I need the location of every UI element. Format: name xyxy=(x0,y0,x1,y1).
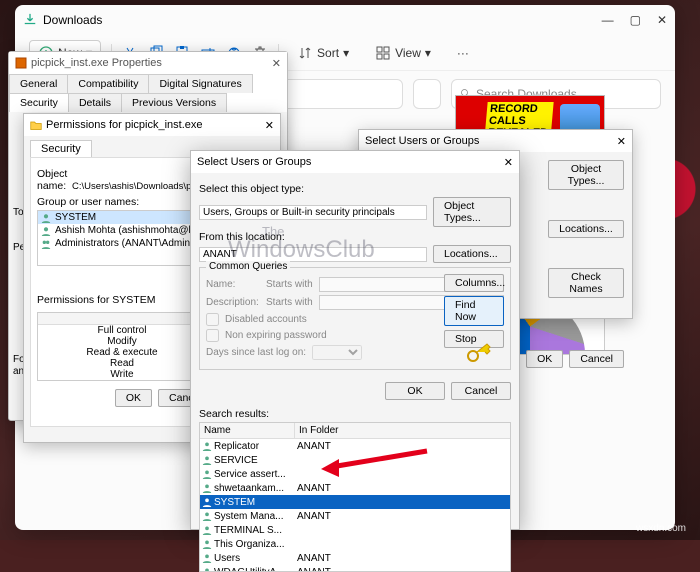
result-row[interactable]: SERVICE xyxy=(200,453,510,467)
tab-details[interactable]: Details xyxy=(68,93,122,112)
properties-titlebar[interactable]: picpick_inst.exe Properties ✕ xyxy=(9,52,287,74)
tab-security-perm[interactable]: Security xyxy=(30,140,92,157)
select-ok-button[interactable]: OK xyxy=(385,382,445,400)
tab-general[interactable]: General xyxy=(9,74,68,93)
object-name-label: Object name: xyxy=(37,168,67,192)
common-queries-label: Common Queries xyxy=(206,261,290,272)
tabs-row1: General Compatibility Digital Signatures xyxy=(9,74,287,93)
select-title-text: Select Users or Groups xyxy=(197,156,311,168)
locations-button[interactable]: Locations... xyxy=(433,245,511,263)
minimize-button[interactable]: — xyxy=(602,13,614,27)
cq-desc-label: Description: xyxy=(206,297,260,308)
cq-days-select xyxy=(312,345,362,360)
select-bg-ok[interactable]: OK xyxy=(526,350,563,368)
result-row[interactable]: SYSTEM xyxy=(200,495,510,509)
tabs-row2: Security Details Previous Versions xyxy=(9,93,287,112)
downloads-icon xyxy=(23,13,37,27)
locations-button-bg[interactable]: Locations... xyxy=(548,220,624,238)
more-button[interactable]: ··· xyxy=(449,42,477,64)
result-row[interactable]: This Organiza... xyxy=(200,537,510,551)
view-icon xyxy=(375,45,391,61)
permissions-titlebar[interactable]: Permissions for picpick_inst.exe ✕ xyxy=(24,114,280,136)
tab-previous-versions[interactable]: Previous Versions xyxy=(121,93,227,112)
cq-starts-label2: Starts with xyxy=(266,297,313,308)
key-search-icon xyxy=(466,343,498,363)
result-row[interactable]: Service assert... xyxy=(200,467,510,481)
view-button[interactable]: View ▾ xyxy=(367,41,439,65)
location-label: From this location: xyxy=(199,231,511,243)
sort-button[interactable]: Sort ▾ xyxy=(289,41,357,65)
tab-security[interactable]: Security xyxy=(9,93,69,112)
cq-disabled-label: Disabled accounts xyxy=(225,314,307,325)
cq-nonexp-label: Non expiring password xyxy=(225,330,327,341)
select-bg-titlebar[interactable]: Select Users or Groups ✕ xyxy=(359,130,632,152)
cq-name-label: Name: xyxy=(206,279,260,290)
cq-starts-label: Starts with xyxy=(266,279,313,290)
properties-title-text: picpick_inst.exe Properties xyxy=(31,57,162,69)
sort-icon xyxy=(297,45,313,61)
result-row[interactable]: shwetaankam...ANANT xyxy=(200,481,510,495)
object-type-input[interactable] xyxy=(199,205,427,220)
col-folder[interactable]: In Folder xyxy=(295,423,342,438)
cq-nonexp-check xyxy=(206,329,219,342)
perms-ok-button[interactable]: OK xyxy=(115,389,152,407)
search-results-list[interactable]: Name In Folder ReplicatorANANTSERVICESer… xyxy=(199,422,511,572)
result-row[interactable]: System Mana...ANANT xyxy=(200,509,510,523)
common-queries-group: Common Queries Columns... Find Now Stop … xyxy=(199,267,511,370)
select-bg-title-text: Select Users or Groups xyxy=(365,135,479,147)
tab-digital-signatures[interactable]: Digital Signatures xyxy=(148,74,252,93)
select-cancel-button[interactable]: Cancel xyxy=(451,382,511,400)
watermark-url: wsxdn.com xyxy=(636,523,686,534)
close-button[interactable]: ✕ xyxy=(657,13,667,27)
result-row[interactable]: UsersANANT xyxy=(200,551,510,565)
check-names-button[interactable]: Check Names xyxy=(548,268,624,298)
props-icon xyxy=(15,57,27,69)
close-icon[interactable]: ✕ xyxy=(617,135,626,148)
col-name[interactable]: Name xyxy=(200,423,295,438)
folder-icon xyxy=(30,119,42,131)
result-row[interactable]: ReplicatorANANT xyxy=(200,439,510,453)
permissions-title-text: Permissions for picpick_inst.exe xyxy=(46,119,203,131)
search-results-label: Search results: xyxy=(191,406,519,422)
close-icon[interactable]: ✕ xyxy=(265,119,274,132)
downloads-title-text: Downloads xyxy=(43,13,102,27)
find-now-button[interactable]: Find Now xyxy=(444,296,504,326)
sort-label: Sort xyxy=(317,46,339,60)
select-bg-cancel[interactable]: Cancel xyxy=(569,350,624,368)
result-row[interactable]: TERMINAL S... xyxy=(200,523,510,537)
select-titlebar[interactable]: Select Users or Groups ✕ xyxy=(191,151,519,173)
cq-disabled-check xyxy=(206,313,219,326)
result-row[interactable]: WDAGUtilityA...ANANT xyxy=(200,565,510,572)
select-users-dialog: Select Users or Groups ✕ Select this obj… xyxy=(190,150,520,530)
edge-label-to: To xyxy=(13,207,24,218)
close-icon[interactable]: ✕ xyxy=(272,57,281,70)
object-type-label: Select this object type: xyxy=(199,183,511,195)
columns-button[interactable]: Columns... xyxy=(444,274,504,292)
object-types-button-bg[interactable]: Object Types... xyxy=(548,160,624,190)
close-icon[interactable]: ✕ xyxy=(504,156,513,169)
downloads-titlebar[interactable]: Downloads — ▢ ✕ xyxy=(15,5,675,35)
maximize-button[interactable]: ▢ xyxy=(630,13,641,27)
location-input[interactable] xyxy=(199,247,427,262)
cq-days-label: Days since last log on: xyxy=(206,347,306,358)
tab-compatibility[interactable]: Compatibility xyxy=(67,74,149,93)
refresh-button[interactable] xyxy=(413,79,441,109)
object-types-button[interactable]: Object Types... xyxy=(433,197,511,227)
view-label: View xyxy=(395,46,421,60)
